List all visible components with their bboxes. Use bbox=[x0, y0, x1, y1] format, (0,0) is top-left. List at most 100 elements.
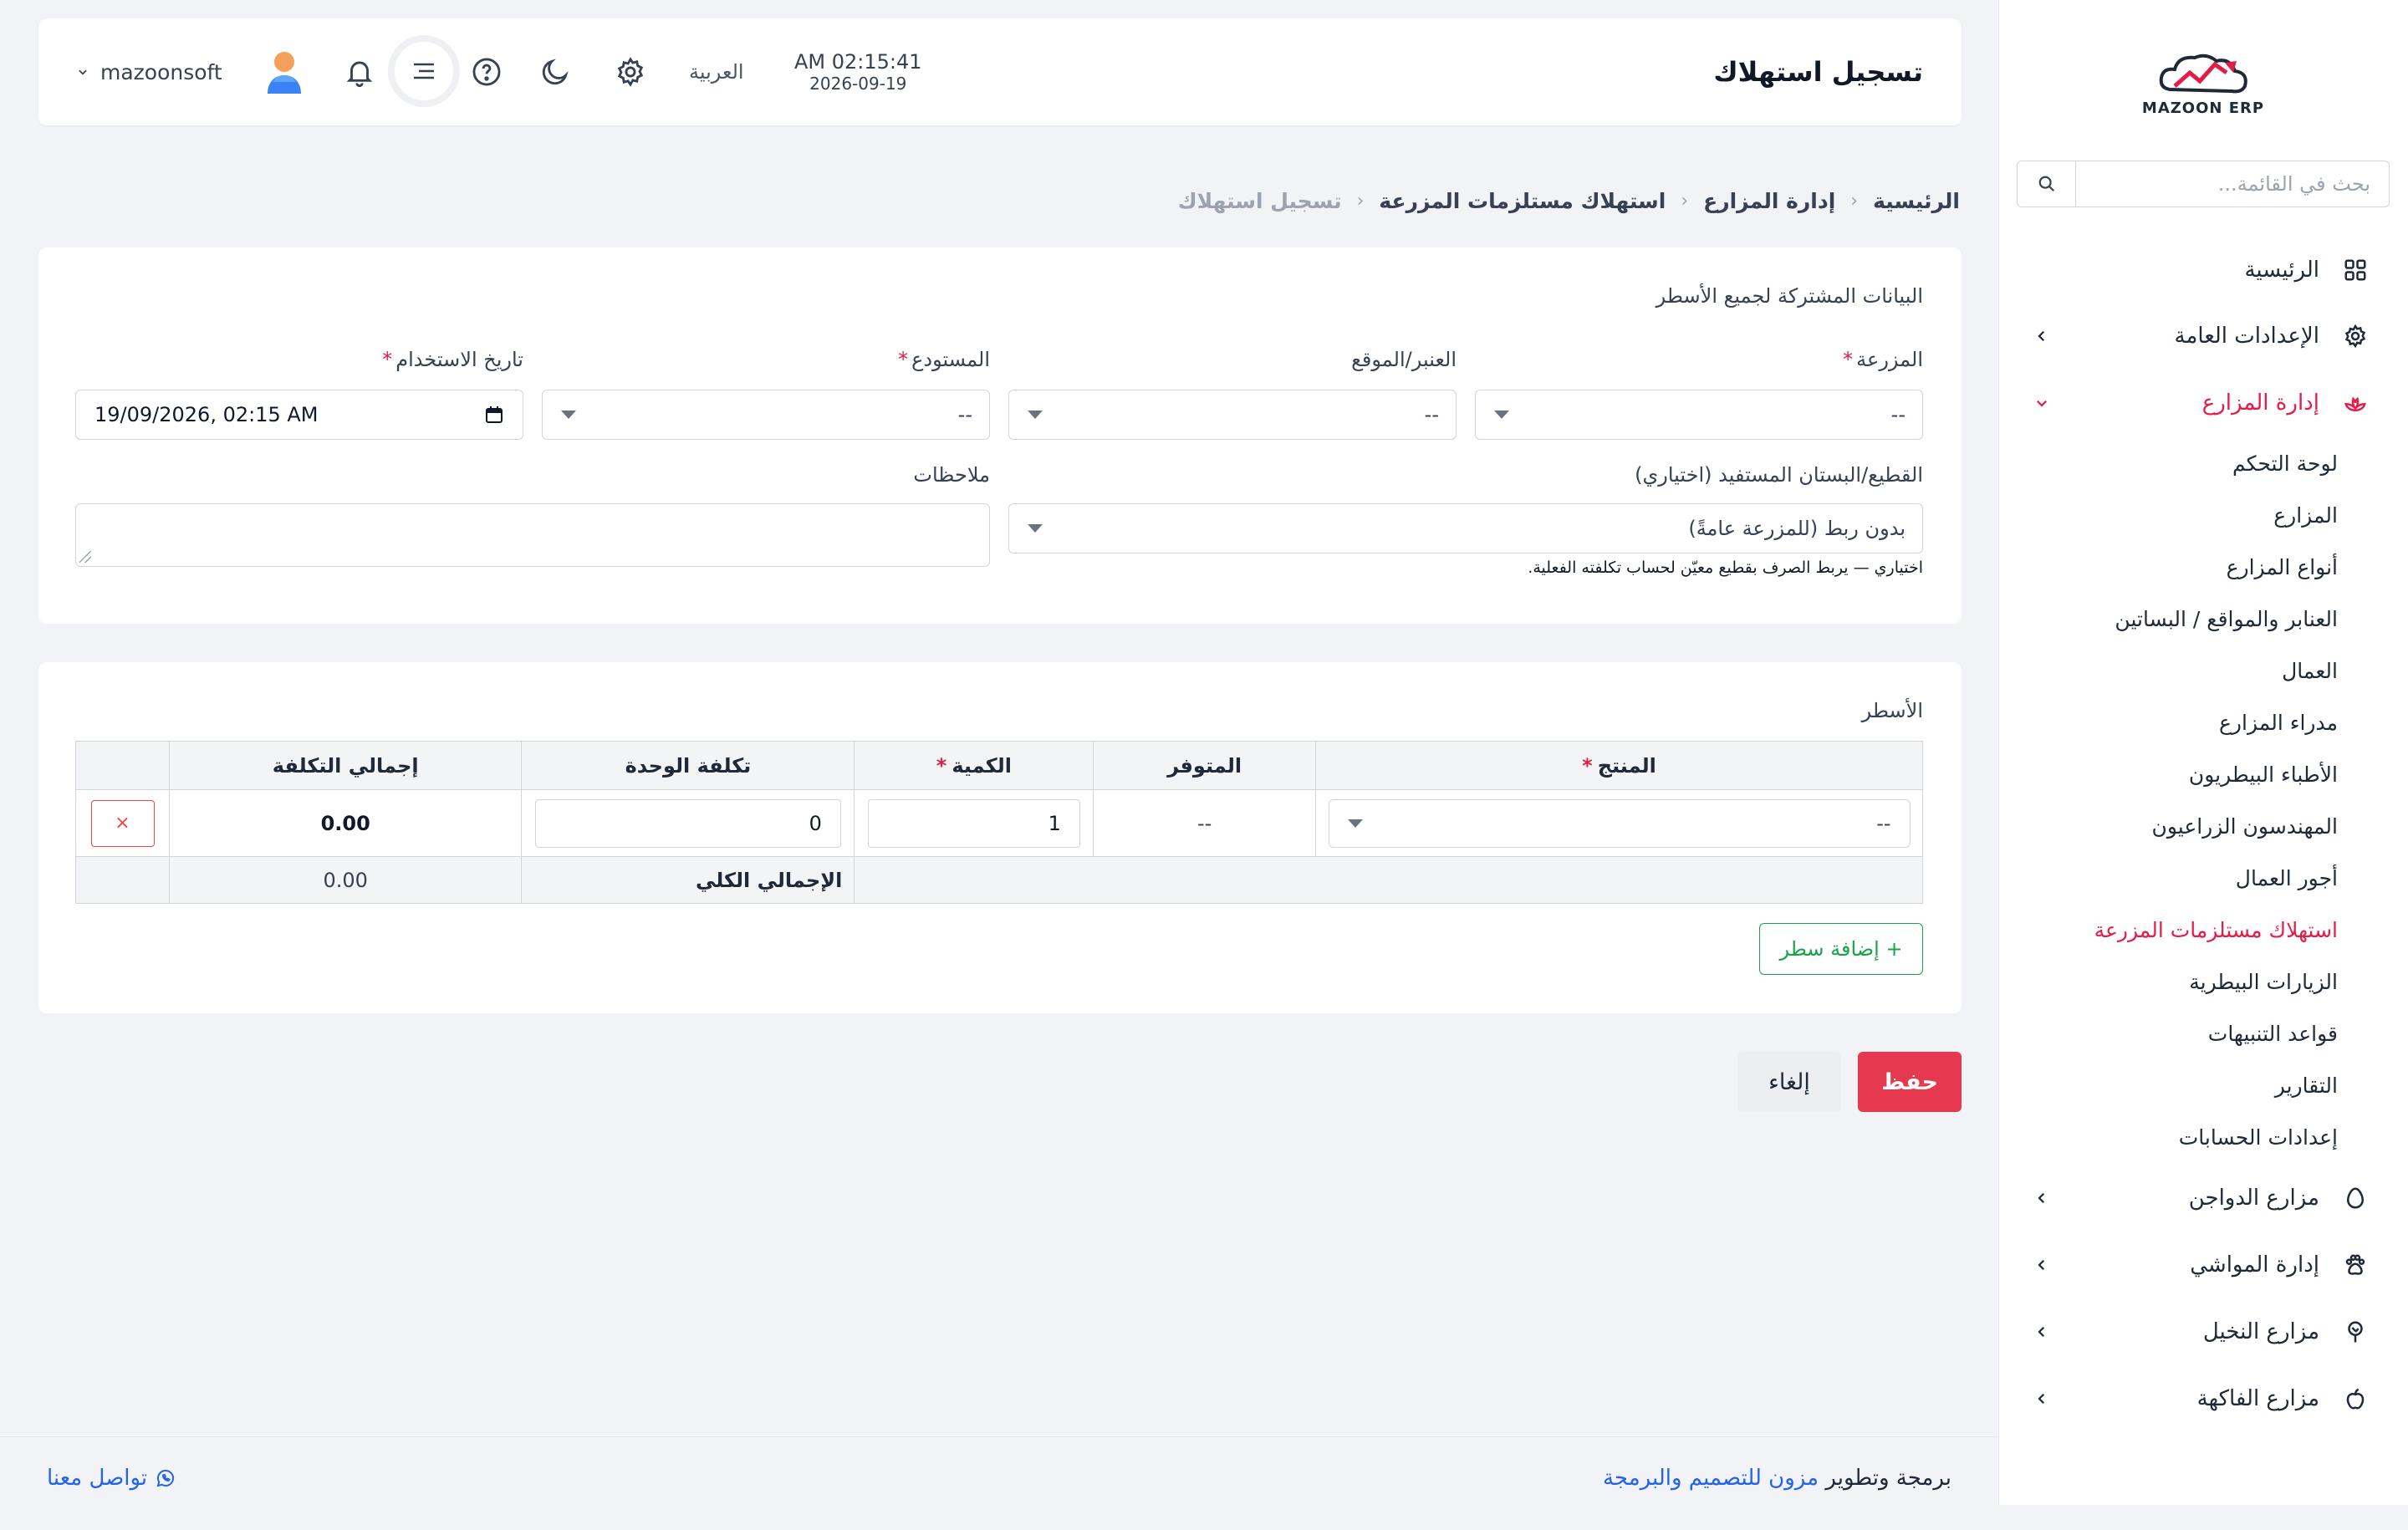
sidebar-subitem-reports[interactable]: التقارير bbox=[2275, 1064, 2338, 1106]
credit-prefix: برمجة وتطوير bbox=[1825, 1466, 1951, 1491]
language-switch[interactable]: العربية bbox=[689, 18, 744, 125]
farm-select[interactable]: -- bbox=[1475, 390, 1923, 440]
product-cell: -- bbox=[1315, 789, 1923, 857]
chevron-left-icon: ‹ bbox=[1681, 191, 1689, 212]
settings-gear-icon[interactable] bbox=[612, 54, 649, 90]
sidebar-item-label: مزارع الدواجن bbox=[2188, 1186, 2319, 1211]
sidebar-item-farm-management[interactable]: إدارة المزارع bbox=[1998, 377, 2408, 429]
unit-cost-cell: 0 bbox=[521, 789, 855, 857]
chevron-left-icon bbox=[2032, 1389, 2052, 1409]
sidebar-item-poultry-farms[interactable]: مزارع الدواجن bbox=[1998, 1172, 2408, 1224]
sidebar-subitem-farm-types[interactable]: أنواع المزارع bbox=[2227, 546, 2338, 588]
shared-data-card: البيانات المشتركة لجميع الأسطر المزرعة* … bbox=[38, 247, 1962, 624]
plot-select[interactable]: بدون ربط (للمزرعة عامةً) bbox=[1008, 503, 1923, 553]
breadcrumb-farm-management[interactable]: إدارة المزارع bbox=[1703, 189, 1835, 213]
avatar bbox=[267, 52, 301, 94]
sidebar-item-home[interactable]: الرئيسية bbox=[1998, 244, 2408, 296]
warehouse-select[interactable]: -- bbox=[542, 390, 990, 440]
sidebar-subitem-worker-wages[interactable]: أجور العمال bbox=[2236, 857, 2338, 899]
sidebar-subitem-farm-managers[interactable]: مدراء المزارع bbox=[2219, 701, 2338, 743]
sidebar-subitem-veterinarians[interactable]: الأطباء البيطريون bbox=[2189, 753, 2338, 795]
sidebar-subitem-workers[interactable]: العمال bbox=[2282, 650, 2338, 691]
grid-icon bbox=[2341, 256, 2370, 284]
whatsapp-icon bbox=[156, 1469, 175, 1487]
notification-bell-icon[interactable] bbox=[341, 54, 378, 90]
sidebar-item-label: إدارة المزارع bbox=[2201, 390, 2319, 416]
sidebar-subitem-farms[interactable]: المزارع bbox=[2273, 494, 2338, 536]
header-clock: AM 02:15:41 2026-09-19 bbox=[794, 50, 922, 94]
unit-cost-input[interactable]: 0 bbox=[534, 798, 841, 848]
save-button[interactable]: حفظ bbox=[1858, 1052, 1962, 1112]
chevron-down-icon bbox=[2032, 393, 2052, 413]
lotus-icon bbox=[2341, 389, 2370, 417]
usage-date-input[interactable]: 19/09/2026, 02:15 AM bbox=[75, 390, 523, 440]
sidebar-subitem-alert-rules[interactable]: قواعد التنبيهات bbox=[2208, 1012, 2338, 1054]
sidebar-subitem-account-settings[interactable]: إعدادات الحسابات bbox=[2179, 1116, 2338, 1158]
dropdown-arrow-icon bbox=[1347, 819, 1363, 828]
col-unit-cost: تكلفة الوحدة bbox=[521, 741, 855, 790]
app-logo[interactable]: MAZOON ERP bbox=[2132, 33, 2274, 117]
breadcrumb: الرئيسية ‹ إدارة المزارع ‹ استهلاك مستلز… bbox=[1178, 189, 1960, 213]
plot-hint: اختياري — يربط الصرف بقطيع معيّن لحساب ت… bbox=[1528, 558, 1923, 577]
top-header: تسجيل استهلاك AM 02:15:41 2026-09-19 الع… bbox=[38, 18, 1962, 125]
available-cell: -- bbox=[1093, 789, 1317, 857]
col-total-cost: إجمالي التكلفة bbox=[168, 741, 523, 790]
calendar-icon[interactable] bbox=[484, 405, 504, 425]
quantity-cell: 1 bbox=[854, 789, 1094, 857]
sidebar-subitem-barns-locations[interactable]: العنابر والمواقع / البساتين bbox=[2115, 598, 2338, 640]
dropdown-arrow-icon bbox=[1028, 524, 1043, 533]
dark-mode-moon-icon[interactable] bbox=[537, 54, 574, 90]
usage-date-value: 19/09/2026, 02:15 AM bbox=[94, 403, 319, 426]
sidebar-subitem-dashboard[interactable]: لوحة التحكم bbox=[2232, 442, 2338, 484]
sidebar-search bbox=[2017, 161, 2390, 207]
cancel-button[interactable]: إلغاء bbox=[1737, 1052, 1841, 1112]
sidebar-search-input[interactable] bbox=[2076, 161, 2389, 207]
chevron-left-icon: ‹ bbox=[1356, 191, 1365, 212]
notes-textarea[interactable] bbox=[75, 503, 990, 567]
notes-label: ملاحظات bbox=[913, 463, 990, 487]
sidebar-item-livestock[interactable]: إدارة المواشي bbox=[1998, 1239, 2408, 1291]
breadcrumb-farm-supplies[interactable]: استهلاك مستلزمات المزرعة bbox=[1379, 189, 1666, 213]
col-available: المتوفر bbox=[1093, 741, 1317, 790]
dropdown-arrow-icon bbox=[1494, 411, 1509, 419]
remove-row-button[interactable]: × bbox=[90, 799, 155, 847]
sidebar-subitem-agri-engineers[interactable]: المهندسون الزراعيون bbox=[2152, 805, 2339, 847]
product-select[interactable]: -- bbox=[1328, 798, 1911, 848]
warehouse-select-value: -- bbox=[957, 403, 972, 426]
breadcrumb-current: تسجيل استهلاك bbox=[1177, 189, 1342, 213]
page-title: تسجيل استهلاك bbox=[1713, 56, 1923, 88]
sidebar-subitem-farm-supplies-consumption[interactable]: استهلاك مستلزمات المزرعة bbox=[2094, 909, 2338, 951]
search-icon[interactable] bbox=[2018, 161, 2076, 207]
lines-title: الأسطر bbox=[1861, 699, 1923, 722]
user-menu[interactable]: mazoonsoft bbox=[77, 18, 304, 125]
footer: برمجة وتطوير مزون للتصميم والبرمجة تواصل… bbox=[0, 1436, 1998, 1530]
barn-label: العنبر/الموقع bbox=[1351, 348, 1457, 371]
sidebar: MAZOON ERP الرئيسية الإعدادات العامة إدا… bbox=[1998, 0, 2408, 1505]
paw-icon bbox=[2341, 1251, 2370, 1279]
help-circle-icon[interactable] bbox=[468, 54, 505, 90]
quantity-input[interactable]: 1 bbox=[867, 798, 1080, 848]
lines-table: المنتج* المتوفر الكمية* تكلفة الوحدة إجم… bbox=[75, 741, 1923, 904]
col-product: المنتج* bbox=[1315, 741, 1923, 790]
chevron-left-icon: ‹ bbox=[1850, 191, 1859, 212]
menu-toggle-button[interactable] bbox=[388, 35, 460, 107]
barn-select[interactable]: -- bbox=[1008, 390, 1457, 440]
col-actions bbox=[75, 741, 170, 790]
dropdown-arrow-icon bbox=[561, 411, 576, 419]
company-link[interactable]: مزون للتصميم والبرمجة bbox=[1603, 1466, 1819, 1491]
barn-select-value: -- bbox=[1424, 403, 1439, 426]
add-row-button[interactable]: + إضافة سطر bbox=[1759, 923, 1923, 975]
sidebar-item-general-settings[interactable]: الإعدادات العامة bbox=[1998, 310, 2408, 362]
dropdown-arrow-icon bbox=[1028, 411, 1043, 419]
farm-select-value: -- bbox=[1890, 403, 1905, 426]
sidebar-subitem-vet-visits[interactable]: الزيارات البيطرية bbox=[2189, 961, 2338, 1002]
sidebar-item-palm-farms[interactable]: مزارع النخيل bbox=[1998, 1306, 2408, 1358]
gear-icon bbox=[2341, 322, 2370, 350]
breadcrumb-home[interactable]: الرئيسية bbox=[1873, 189, 1960, 213]
resize-handle-icon[interactable] bbox=[79, 551, 91, 563]
sidebar-item-fruit-farms[interactable]: مزارع الفاكهة bbox=[1998, 1373, 2408, 1425]
plot-select-value: بدون ربط (للمزرعة عامةً) bbox=[1688, 517, 1905, 540]
shared-data-title: البيانات المشتركة لجميع الأسطر bbox=[1656, 284, 1923, 308]
apple-icon bbox=[2341, 1385, 2370, 1413]
contact-us-link[interactable]: تواصل معنا bbox=[47, 1466, 176, 1491]
